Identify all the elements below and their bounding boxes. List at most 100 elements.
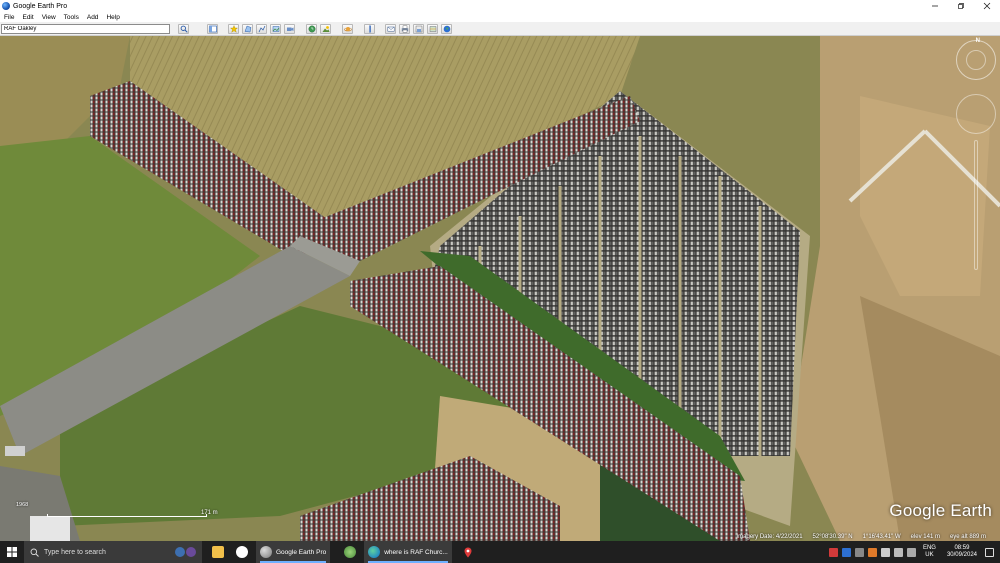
minimize-button[interactable] (922, 0, 948, 12)
search-button[interactable] (178, 24, 189, 34)
placemark-icon (229, 25, 238, 33)
google-earth-icon (260, 546, 272, 558)
earth-gallery-button[interactable] (441, 24, 452, 34)
globe-icon (443, 25, 450, 33)
folder-icon (212, 546, 224, 558)
network-icon[interactable] (906, 547, 916, 557)
display-icon[interactable] (880, 547, 890, 557)
search-highlight-icon (175, 547, 196, 557)
taskbar-edge[interactable]: where is RAF Churc... (364, 541, 452, 563)
menu-bar: File Edit View Tools Add Help (0, 12, 1000, 22)
app-icon (344, 546, 357, 558)
windows-icon (7, 547, 17, 557)
window-controls (922, 0, 1000, 12)
planets-button[interactable] (342, 24, 353, 34)
historical-imagery-button[interactable] (306, 24, 317, 34)
clock[interactable]: 08:59 30/09/2024 (947, 545, 977, 559)
toolbar (0, 22, 1000, 36)
clock-date: 30/09/2024 (946, 552, 977, 558)
restore-icon (958, 3, 964, 9)
menu-edit[interactable]: Edit (22, 14, 33, 21)
add-image-overlay-button[interactable] (270, 24, 281, 34)
taskbar-search[interactable]: Type here to search (24, 541, 202, 563)
sunlight-button[interactable] (320, 24, 331, 34)
map-icon (429, 26, 436, 32)
edge-icon (368, 546, 381, 558)
google-earth-window: Google Earth Pro File Edit View Tools Ad… (0, 0, 1000, 563)
taskbar-settings[interactable] (340, 541, 364, 563)
ruler-icon (368, 25, 371, 33)
search-input[interactable] (1, 24, 170, 34)
imagery-date: Imagery Date: 4/22/2021 (736, 533, 803, 540)
add-polygon-button[interactable] (242, 24, 253, 34)
search-icon (30, 548, 39, 557)
start-button[interactable] (0, 541, 24, 563)
print-icon (401, 25, 408, 33)
map-pin-icon (464, 547, 472, 557)
region-code: UK (925, 552, 934, 558)
google-earth-app-icon (2, 2, 10, 10)
maximize-button[interactable] (948, 0, 974, 12)
notifications-icon[interactable] (985, 547, 994, 557)
map-view[interactable]: N 1968 171 m Google Earth Imagery Date: … (0, 36, 1000, 541)
menu-file[interactable]: File (4, 14, 14, 21)
polygon-icon (244, 25, 251, 33)
planet-icon (343, 27, 352, 32)
longitude: 1°16'43.41" W (862, 533, 901, 540)
add-path-button[interactable] (256, 24, 267, 34)
sidebar-toggle-button[interactable] (207, 24, 218, 34)
scale-label: 171 m (201, 510, 218, 516)
language-code: ENG (922, 545, 936, 551)
camera-icon (286, 27, 293, 31)
record-tour-button[interactable] (284, 24, 295, 34)
cloud-icon[interactable] (841, 547, 851, 557)
zoom-slider[interactable] (974, 140, 978, 270)
taskbar: Type here to search Google Earth Pro whe… (0, 541, 1000, 563)
taskbar-app-label: where is RAF Churc... (384, 548, 448, 556)
antivirus-icon[interactable] (828, 547, 838, 557)
menu-tools[interactable]: Tools (64, 14, 79, 21)
minimize-icon (932, 5, 938, 7)
navigation-compass[interactable] (956, 40, 996, 80)
close-icon (983, 2, 991, 10)
title-bar: Google Earth Pro (0, 0, 1000, 12)
sidebar-icon (208, 25, 217, 33)
save-image-button[interactable] (413, 24, 424, 34)
language-indicator[interactable]: ENG UK (923, 545, 936, 559)
taskbar-file-explorer[interactable] (208, 541, 232, 563)
view-in-maps-button[interactable] (427, 24, 438, 34)
menu-help[interactable]: Help (106, 14, 119, 21)
satellite-imagery (0, 36, 1000, 541)
taskbar-maps[interactable] (460, 541, 476, 563)
google-earth-logo: Google Earth (889, 501, 992, 520)
search-placeholder: Type here to search (44, 548, 106, 556)
volume-icon[interactable] (893, 547, 903, 557)
image-overlay-icon (272, 26, 279, 32)
add-placemark-button[interactable] (228, 24, 239, 34)
elevation: elev 141 m (910, 533, 940, 540)
latitude: 52°08'30.39" N (812, 533, 853, 540)
sun-landscape-icon (322, 26, 329, 32)
clock-globe-icon (308, 25, 315, 33)
map-label: 1968 (16, 502, 29, 508)
music-icon (236, 546, 248, 558)
email-button[interactable] (385, 24, 396, 34)
system-tray: ENG UK 08:59 30/09/2024 (827, 541, 1000, 563)
close-button[interactable] (974, 0, 1000, 12)
app-tray-icon[interactable] (854, 547, 864, 557)
move-joystick[interactable] (956, 94, 996, 134)
eye-altitude: eye alt 889 m (949, 533, 986, 540)
taskbar-app-label: Google Earth Pro (276, 548, 327, 556)
search-icon (180, 25, 188, 33)
ruler-button[interactable] (364, 24, 375, 34)
menu-view[interactable]: View (42, 14, 56, 21)
update-icon[interactable] (867, 547, 877, 557)
clock-time: 08:59 (954, 545, 970, 551)
print-button[interactable] (399, 24, 410, 34)
email-icon (387, 26, 394, 32)
menu-add[interactable]: Add (87, 14, 99, 21)
save-image-icon (415, 25, 422, 33)
taskbar-google-earth[interactable]: Google Earth Pro (256, 541, 331, 563)
taskbar-itunes[interactable] (232, 541, 256, 563)
status-bar: Imagery Date: 4/22/2021 52°08'30.39" N 1… (0, 532, 1000, 541)
